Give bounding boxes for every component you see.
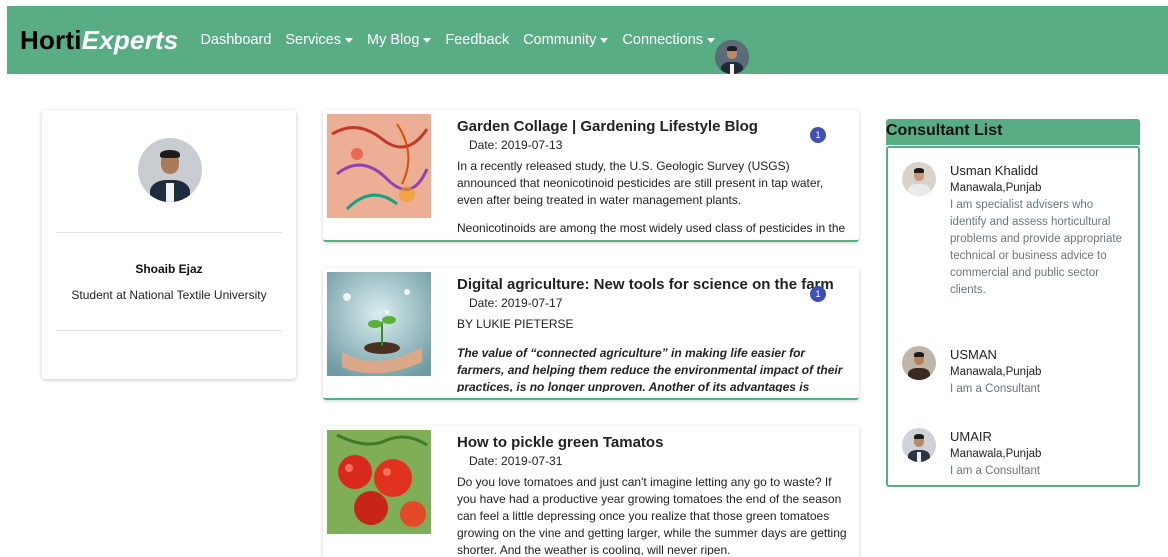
blog-title[interactable]: Garden Collage | Gardening Lifestyle Blo… [457,118,851,136]
caret-down-icon [707,37,716,43]
consultant-location: Manawala,Punjab [950,448,1042,460]
profile-avatar [138,138,202,202]
blog-title[interactable]: Digital agriculture: New tools for scien… [457,276,851,294]
nav-services[interactable]: Services [285,32,353,48]
consultant-description: I am a Consultant [950,465,1041,477]
nav-community[interactable]: Community [523,32,609,48]
nav-label: Dashboard [200,32,272,48]
nav-label: Community [523,32,597,48]
divider [56,232,282,233]
nav-label: Services [285,32,341,48]
consultant-name: UMAIR [950,429,992,444]
consultant-location: Manawala,Punjab [950,182,1042,194]
consultant-location: Manawala,Punjab [950,366,1042,378]
blog-byline: BY LUKIE PIETERSE [457,317,574,331]
blog-excerpt: In a recently released study, the U.S. G… [457,159,824,207]
profile-card: Shoaib Ejaz Student at National Textile … [42,110,296,379]
consultant-avatar [902,346,936,380]
nav-label: My Blog [367,32,420,48]
brand-part2: Experts [81,24,179,55]
consultant-list: Usman Khalidd Manawala,Punjab I am speci… [886,146,1140,487]
consultant-avatar [902,162,936,196]
nav-feedback[interactable]: Feedback [445,32,509,48]
consultant-description: I am specialist advisers who identify an… [950,199,1122,296]
consultant-item[interactable]: USMAN Manawala,Punjab I am a Consultant [902,346,1130,402]
blog-date: Date: 2019-07-31 [469,454,563,468]
nav-dashboard[interactable]: Dashboard [200,32,271,48]
comment-count-badge: 1 [810,286,826,302]
consultant-list-title: Consultant List [886,122,1003,139]
profile-title: Student at National Textile University [71,288,267,302]
blog-body: Digital agriculture: New tools for scien… [457,276,851,392]
blog-card[interactable]: How to pickle green Tamatos Date: 2019-0… [323,426,859,557]
blog-body: How to pickle green Tamatos Date: 2019-0… [457,434,851,555]
nav-links: Dashboard Services My Blog Feedback Comm… [200,32,729,48]
caret-down-icon [600,37,609,43]
blog-card[interactable]: Garden Collage | Gardening Lifestyle Blo… [323,110,859,242]
caret-down-icon [423,37,432,43]
consultant-name: Usman Khalidd [950,163,1039,178]
caret-down-icon [345,37,353,43]
consultant-text: UMAIR Manawala,Punjab I am a Consultant [950,428,1130,480]
user-avatar[interactable] [715,40,750,74]
consultant-list-header: Consultant List [886,119,1140,145]
consultant-item[interactable]: Usman Khalidd Manawala,Punjab I am speci… [902,162,1130,322]
navbar: HortiExperts Dashboard Services My Blog … [7,6,1168,74]
blog-title[interactable]: How to pickle green Tamatos [457,434,851,452]
nav-my-blog[interactable]: My Blog [367,32,432,48]
comment-count-badge: 1 [810,127,826,143]
blog-date: Date: 2019-07-17 [469,296,563,310]
consultant-description: I am a Consultant [950,383,1041,395]
consultant-name: USMAN [950,347,997,362]
nav-label: Connections [622,32,704,48]
consultant-text: USMAN Manawala,Punjab I am a Consultant [950,346,1130,398]
blog-thumbnail-tomatoes [327,430,431,534]
blog-excerpt: Do you love tomatoes and just can't imag… [457,475,847,555]
brand-logo[interactable]: HortiExperts [20,25,178,56]
blog-excerpt: Neonicotinoids are among the most widely… [457,221,846,234]
consultant-avatar [902,428,936,462]
blog-date: Date: 2019-07-13 [469,138,563,152]
blog-card[interactable]: Digital agriculture: New tools for scien… [323,268,859,400]
blog-thumbnail-collage [327,114,431,218]
consultant-text: Usman Khalidd Manawala,Punjab I am speci… [950,162,1130,299]
nav-label: Feedback [445,32,510,48]
profile-name: Shoaib Ejaz [135,262,203,276]
divider [56,330,282,331]
blog-excerpt: The value of “connected agriculture” in … [457,346,843,392]
consultant-item[interactable]: UMAIR Manawala,Punjab I am a Consultant [902,428,1130,484]
blog-thumbnail-hands-plant [327,272,431,376]
blog-body: Garden Collage | Gardening Lifestyle Blo… [457,118,851,234]
brand-part1: Horti [20,24,82,55]
nav-connections[interactable]: Connections [622,32,716,48]
